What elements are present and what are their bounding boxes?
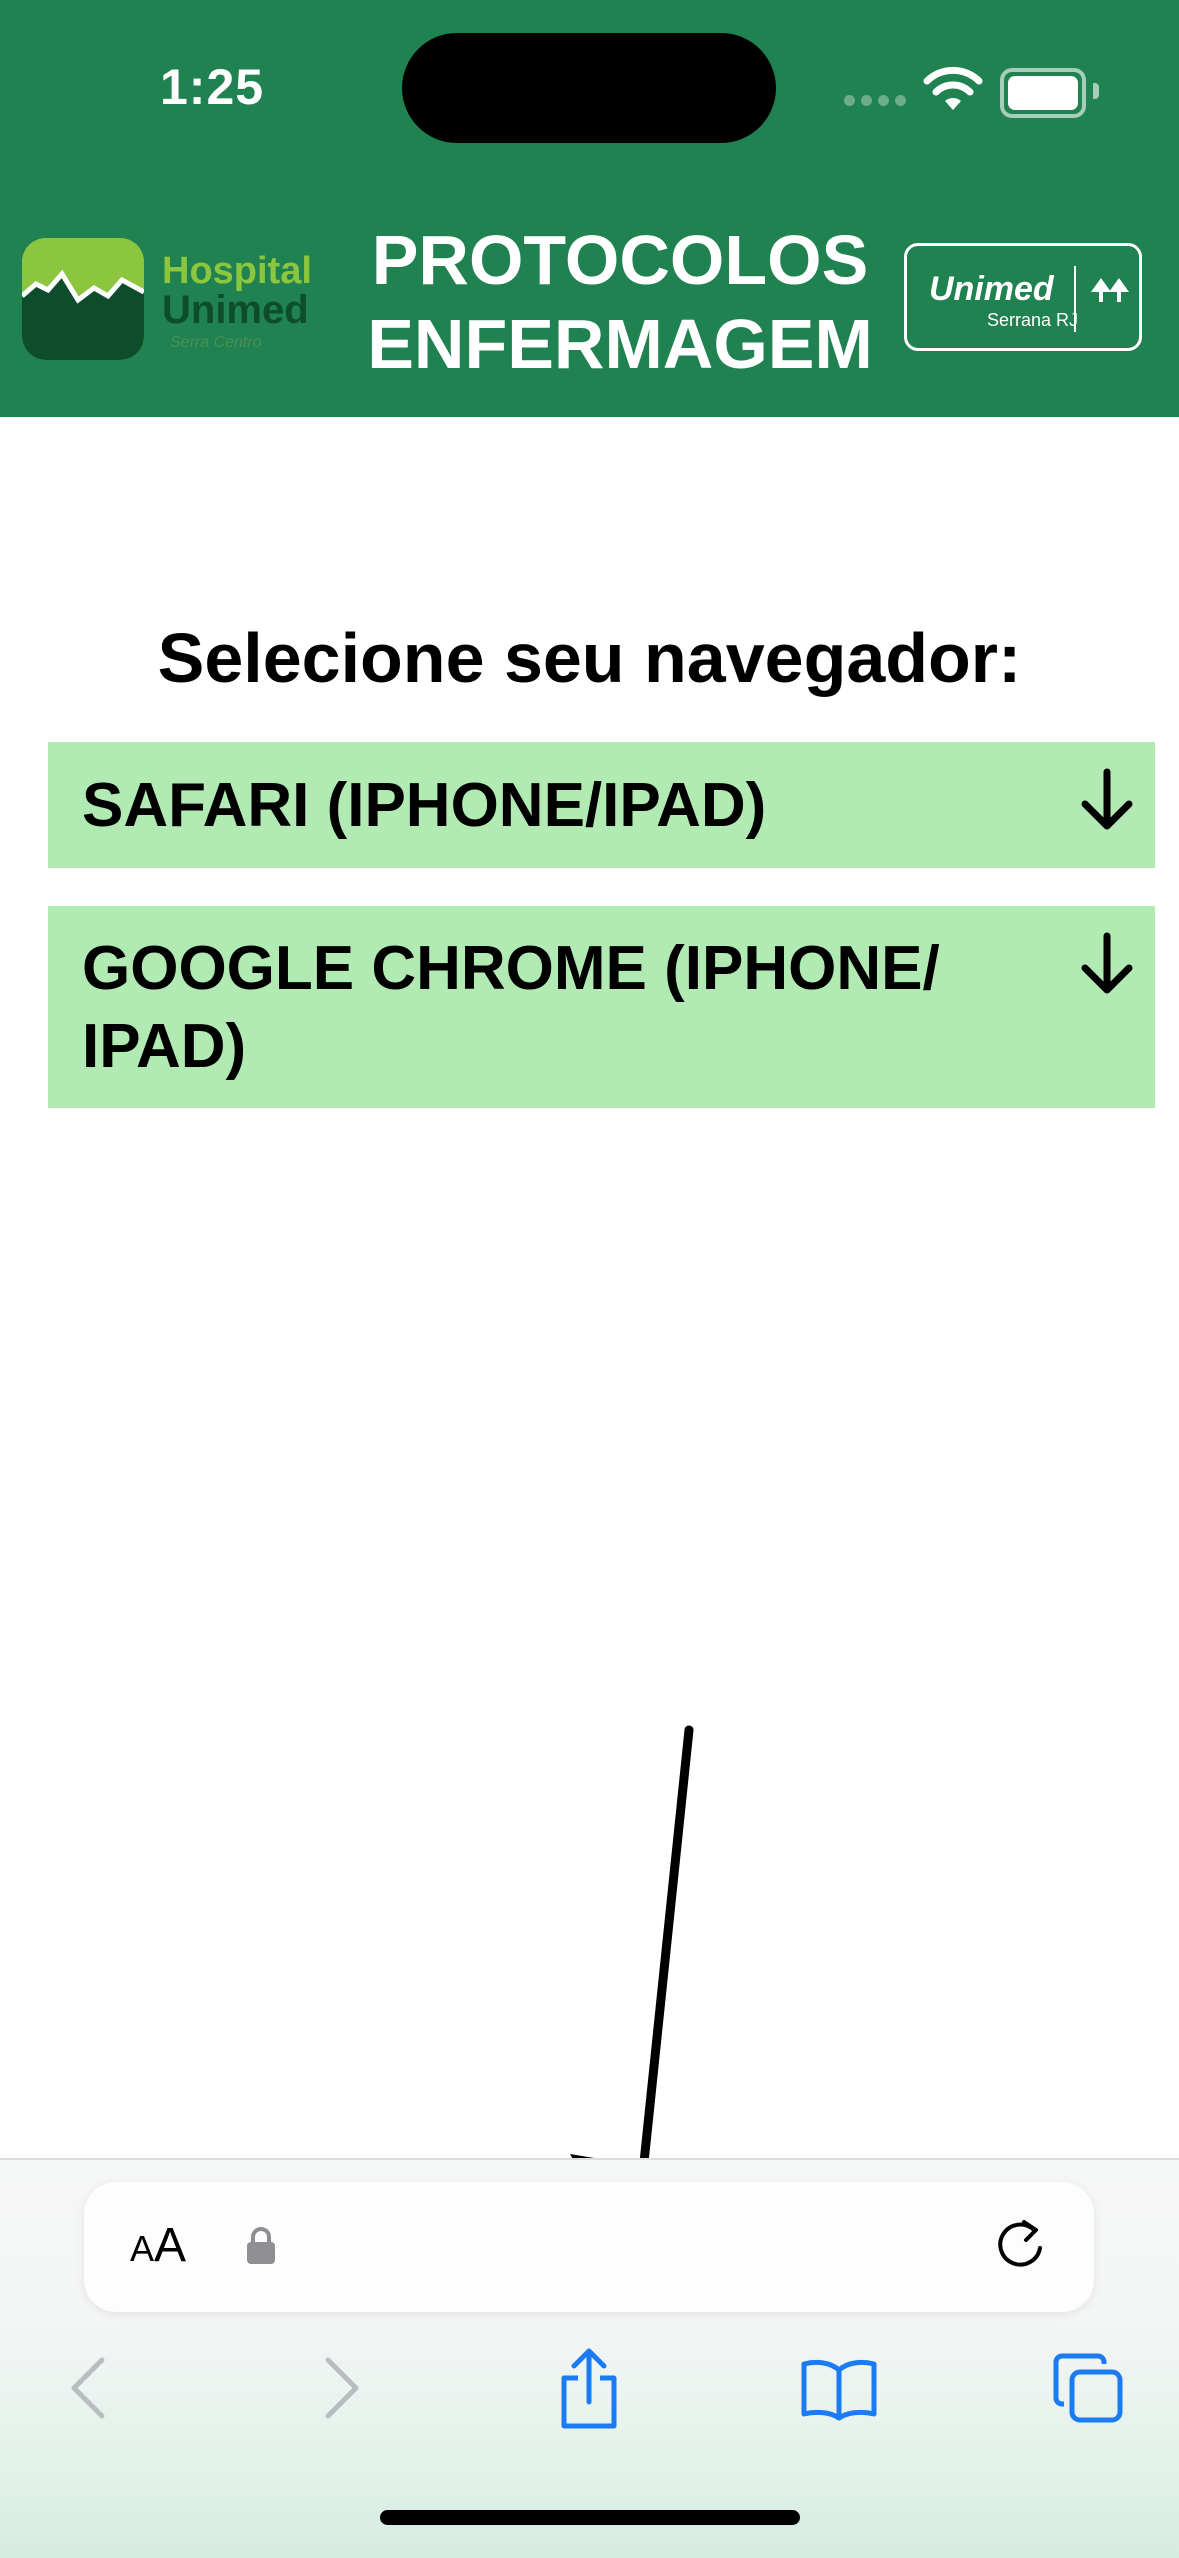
logo-divider xyxy=(1074,266,1076,332)
logo-text-unimed: Unimed xyxy=(162,288,309,332)
arrow-down-icon xyxy=(1081,768,1133,830)
title-line-2: ENFERMAGEM xyxy=(367,305,873,383)
mountain-logo-icon xyxy=(22,238,144,360)
back-icon[interactable] xyxy=(64,2354,112,2422)
arrow-down-icon xyxy=(1081,932,1133,994)
reload-icon[interactable] xyxy=(990,2216,1050,2276)
unimed-serrana-logo: Unimed Serrana RJ xyxy=(904,243,1142,351)
battery-icon xyxy=(1000,68,1099,118)
text-size-large-a: A xyxy=(154,2219,187,2272)
hospital-unimed-logo: Hospital Unimed Serra Centro xyxy=(22,238,312,362)
wifi-icon xyxy=(923,66,983,110)
share-icon[interactable] xyxy=(556,2346,622,2432)
title-line-1: PROTOCOLOS xyxy=(371,221,869,299)
text-size-button[interactable]: AA xyxy=(130,2218,186,2273)
address-bar[interactable]: AA xyxy=(84,2182,1094,2312)
logo-text-hospital: Hospital xyxy=(162,250,312,292)
logo-text-subtitle: Serra Centro xyxy=(170,334,262,351)
option-google-chrome[interactable]: GOOGLE CHROME (IPHONE/ IPAD) xyxy=(48,906,1155,1108)
unimed-tree-icon xyxy=(1091,278,1129,302)
site-header: 1:25 Hospital Unimed Serra Centro PROTOC… xyxy=(0,0,1179,417)
text-size-small-a: A xyxy=(130,2228,155,2269)
option-safari-label: SAFARI (IPHONE/IPAD) xyxy=(82,771,767,840)
status-time: 1:25 xyxy=(160,59,265,115)
cellular-signal-icon xyxy=(844,93,912,111)
tabs-icon[interactable] xyxy=(1052,2352,1124,2424)
logo-brand-text: Unimed xyxy=(929,270,1054,308)
option-chrome-label: GOOGLE CHROME (IPHONE/ IPAD) xyxy=(82,934,940,1081)
bookmarks-icon[interactable] xyxy=(800,2356,878,2422)
dynamic-island xyxy=(402,33,776,143)
lock-icon xyxy=(247,2227,275,2264)
logo-region-text: Serrana RJ xyxy=(987,310,1079,330)
browser-select-prompt: Selecione seu navegador: xyxy=(157,619,1022,697)
page-title: PROTOCOLOS ENFERMAGEM xyxy=(350,218,890,386)
option-safari[interactable]: SAFARI (IPHONE/IPAD) xyxy=(48,742,1155,868)
forward-icon[interactable] xyxy=(318,2354,366,2422)
home-indicator xyxy=(380,2510,800,2525)
